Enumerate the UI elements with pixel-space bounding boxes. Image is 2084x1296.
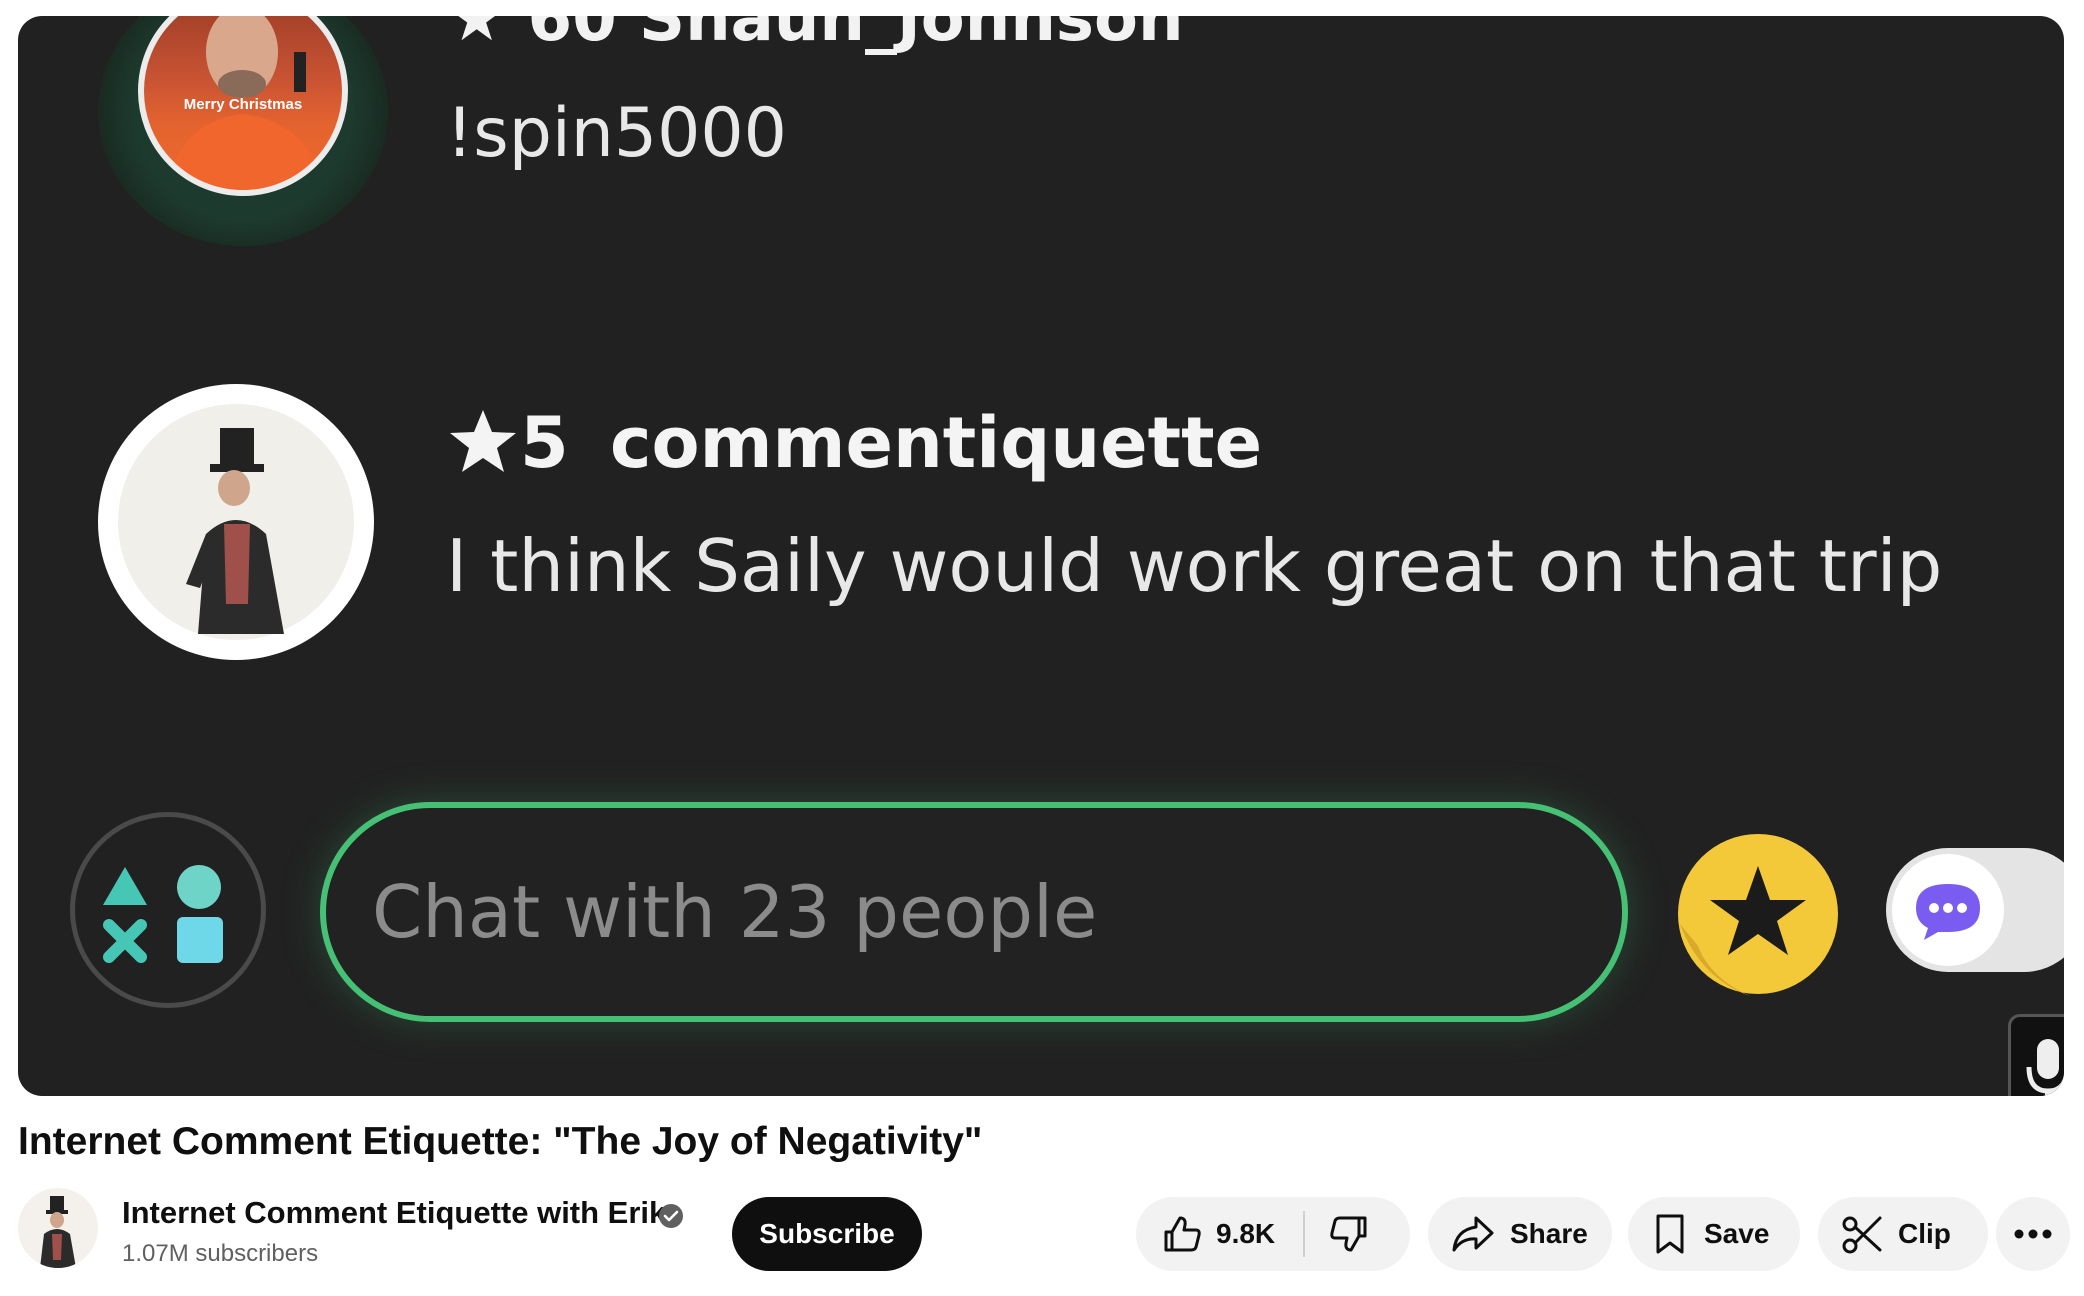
microphone-button[interactable] xyxy=(2008,1014,2064,1096)
user-level: 5 xyxy=(520,402,569,484)
thumbs-up-icon xyxy=(1164,1216,1201,1252)
top-hat-gentleman-icon xyxy=(40,1196,76,1268)
share-arrow-icon xyxy=(1452,1216,1494,1252)
scissors-icon xyxy=(1842,1216,1882,1254)
star-icon xyxy=(450,410,516,472)
share-button[interactable]: Share xyxy=(1428,1197,1612,1271)
chat-input-placeholder: Chat with 23 people xyxy=(372,870,1098,954)
chat-username-2: commentiquette xyxy=(610,402,1263,484)
top-hat-gentleman-icon xyxy=(118,404,354,640)
chat-input[interactable]: Chat with 23 people xyxy=(320,802,1628,1022)
toggle-knob xyxy=(1892,854,2004,966)
chat-message-1: !spin5000 xyxy=(446,94,787,173)
star-badge-icon[interactable] xyxy=(1670,828,1842,1008)
chat-bubble-icon xyxy=(1916,884,1980,940)
games-button[interactable] xyxy=(70,812,266,1008)
share-label: Share xyxy=(1510,1218,1588,1249)
chat-toggle[interactable] xyxy=(1886,848,2064,972)
subscriber-count: 1.07M subscribers xyxy=(122,1240,319,1267)
bookmark-icon xyxy=(1656,1214,1684,1254)
clip-label: Clip xyxy=(1898,1218,1951,1249)
video-player[interactable]: Merry Christmas ★ 60 Shaun_Johnson !spin… xyxy=(18,16,2064,1096)
like-dislike-group: 9.8K xyxy=(1136,1197,1410,1271)
clip-button[interactable]: Clip xyxy=(1818,1197,1988,1271)
save-button[interactable]: Save xyxy=(1628,1197,1800,1271)
chat-username-1: ★ 60 Shaun_Johnson xyxy=(448,16,1184,56)
verified-check-icon xyxy=(659,1204,683,1228)
channel-name[interactable]: Internet Comment Etiquette with Erik xyxy=(122,1195,666,1231)
subscribe-button[interactable]: Subscribe xyxy=(732,1197,922,1271)
channel-avatar[interactable] xyxy=(18,1188,98,1268)
video-title: Internet Comment Etiquette: "The Joy of … xyxy=(18,1120,983,1163)
microphone-icon xyxy=(2026,1039,2064,1096)
thumbs-down-icon xyxy=(1330,1216,1367,1252)
chat-message-2: I think Saily would work great on that t… xyxy=(446,524,1943,608)
user-avatar-commentiquette xyxy=(98,384,374,660)
more-horizontal-icon xyxy=(2014,1229,2052,1239)
dislike-button[interactable] xyxy=(1305,1197,1371,1271)
save-label: Save xyxy=(1704,1218,1770,1249)
more-actions-button[interactable] xyxy=(1996,1197,2070,1271)
like-button[interactable]: 9.8K xyxy=(1136,1197,1275,1271)
like-count: 9.8K xyxy=(1216,1218,1276,1249)
shapes-icon xyxy=(103,865,223,963)
avatar-caption: Merry Christmas xyxy=(183,96,303,113)
